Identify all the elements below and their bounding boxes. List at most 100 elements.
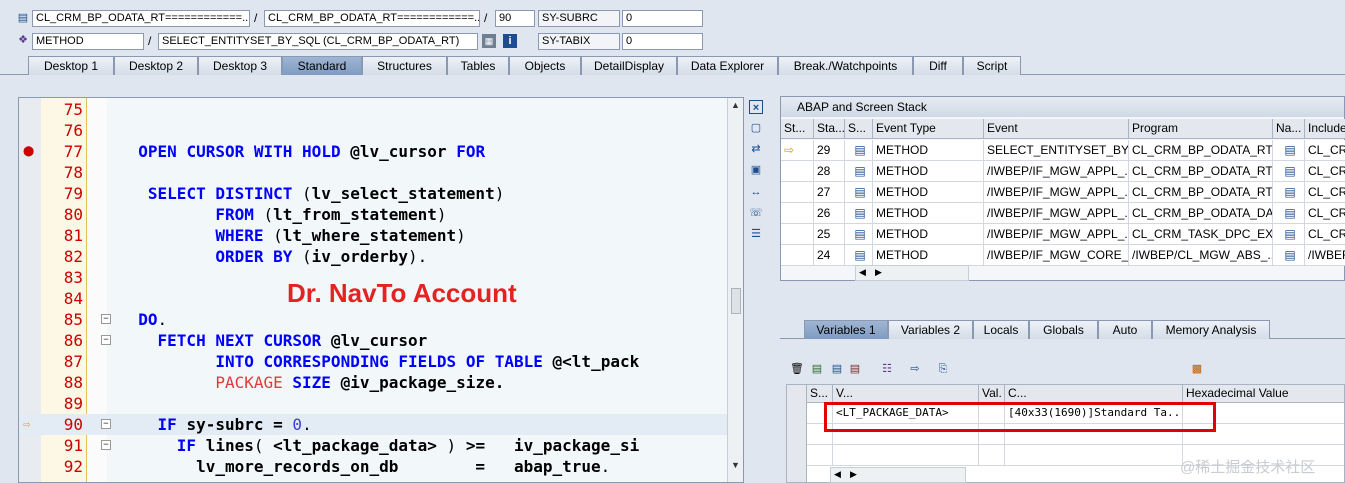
line-number-field[interactable]: 90 [495,10,535,27]
navigate-icon[interactable]: ▤ [1273,140,1305,161]
tab-break-watchpoints[interactable]: Break./Watchpoints [778,56,913,75]
stack-event[interactable]: /IWBEP/IF_MGW_APPL_... [984,224,1129,245]
stack-column-header[interactable]: Na... [1273,119,1305,139]
editor-vertical-scrollbar[interactable]: ▲ ▼ [727,98,743,482]
code-line[interactable]: 78 [19,162,727,183]
stack-event[interactable]: /IWBEP/IF_MGW_APPL_... [984,161,1129,182]
tab-desktop-3[interactable]: Desktop 3 [198,56,282,75]
tree-icon[interactable]: ☰ [749,227,763,241]
code-line[interactable]: 76 [19,120,727,141]
stack-column-header[interactable]: Sta... [814,119,845,139]
breakpoint-icon[interactable]: ⬤ [23,145,34,159]
save-icon[interactable]: ▩ [1190,362,1204,376]
code-line[interactable]: 90 − ⇨ IF sy-subrc = 0. [19,414,727,435]
tag-icon[interactable]: ⎘ [936,362,950,376]
stack-column-header[interactable]: Program [1129,119,1273,139]
navigate-icon[interactable]: ▤ [1273,161,1305,182]
tab-auto[interactable]: Auto [1098,320,1152,339]
variables-cell[interactable] [1005,445,1183,466]
scroll-right-arrow[interactable]: ▶ [850,469,857,480]
fold-toggle-icon[interactable]: − [101,419,111,429]
tab-desktop-2[interactable]: Desktop 2 [114,56,198,75]
tab-desktop-1[interactable]: Desktop 1 [28,56,114,75]
code-line[interactable]: 75 [19,99,727,120]
maximize-icon[interactable]: ▣ [749,163,763,177]
code-line[interactable]: 91 − IF lines( <lt_package_data> ) >= iv_… [19,435,727,456]
navigate-icon[interactable]: ▤ [1273,203,1305,224]
sysfield-subrc-value[interactable]: 0 [622,10,703,27]
scroll-up-arrow[interactable]: ▲ [731,100,740,110]
scroll-right-arrow[interactable]: ▶ [875,267,882,278]
navigate-icon[interactable]: ▤ [1273,182,1305,203]
tab-variables-1[interactable]: Variables 1 [804,320,888,339]
info-icon[interactable]: i [503,34,517,48]
fold-toggle-icon[interactable]: − [101,335,111,345]
event-type-field[interactable]: METHOD [32,33,144,50]
swap-tool-icon[interactable]: ⇄ [749,142,763,156]
stack-column-header[interactable]: Event Type [873,119,984,139]
navigate-icon[interactable]: ▤ [1273,245,1305,266]
tab-diff[interactable]: Diff [913,56,963,75]
tab-script[interactable]: Script [963,56,1021,75]
stack-horizontal-scrollbar[interactable]: ◀ ▶ [855,265,969,281]
code-line[interactable]: 92 lv_more_records_on_db = abap_true. [19,456,727,477]
variables-cell[interactable] [833,445,979,466]
stack-event[interactable]: /IWBEP/IF_MGW_APPL_... [984,182,1129,203]
variables-column-header[interactable]: C... [1005,385,1183,403]
variables-horizontal-scrollbar[interactable]: ◀ ▶ [830,467,966,483]
variables-cell[interactable] [979,445,1005,466]
stack-column-header[interactable]: Include [1305,119,1345,139]
tab-locals[interactable]: Locals [973,320,1029,339]
program-field-include[interactable]: CL_CRM_BP_ODATA_RT============... [264,10,480,27]
variables-cell[interactable] [807,445,833,466]
code-line[interactable]: 82 ORDER BY (iv_orderby). [19,246,727,267]
code-line[interactable]: 85 − DO. [19,309,727,330]
code-line[interactable]: 89 [19,393,727,414]
list-icon[interactable]: ▤ [830,362,844,376]
sysfield-tabix-value[interactable]: 0 [622,33,703,50]
delete-icon[interactable]: 🗑 [790,362,804,376]
fold-toggle-icon[interactable]: − [101,314,111,324]
scroll-thumb[interactable] [731,288,741,314]
event-field[interactable]: SELECT_ENTITYSET_BY_SQL (CL_CRM_BP_ODATA… [158,33,478,50]
new-tool-icon[interactable]: ▢ [749,121,763,135]
tab-data-explorer[interactable]: Data Explorer [677,56,778,75]
tab-globals[interactable]: Globals [1029,320,1098,339]
tab-structures[interactable]: Structures [362,56,447,75]
export-icon[interactable]: ▤ [848,362,862,376]
hierarchy-icon[interactable]: ☷ [880,362,894,376]
service-icon[interactable]: ☏ [749,206,763,220]
tab-standard[interactable]: Standard [282,56,362,75]
import-icon[interactable]: ▤ [810,362,824,376]
tab-variables-2[interactable]: Variables 2 [888,320,973,339]
code-line[interactable]: 87 INTO CORRESPONDING FIELDS OF TABLE @<… [19,351,727,372]
scroll-down-arrow[interactable]: ▼ [731,460,740,470]
code-line[interactable]: 79 SELECT DISTINCT (lv_select_statement) [19,183,727,204]
tab-tables[interactable]: Tables [447,56,509,75]
tab-detaildisplay[interactable]: DetailDisplay [581,56,677,75]
variables-column-header[interactable]: Val. [979,385,1005,403]
variables-column-header[interactable]: V... [833,385,979,403]
variables-column-header[interactable]: S... [807,385,833,403]
scroll-left-arrow[interactable]: ◀ [859,267,866,278]
stack-event[interactable]: /IWBEP/IF_MGW_APPL_... [984,203,1129,224]
grid-icon[interactable]: ▦ [482,34,496,48]
stack-column-header[interactable]: St... [781,119,814,139]
navigate-icon[interactable]: ⇨ [908,362,922,376]
source-code-editor[interactable]: 75 76 77 ⬤ OPEN CURSOR WITH HOLD @lv_cursor… [18,97,744,483]
code-line[interactable]: 80 FROM (lt_from_statement) [19,204,727,225]
variables-column-header[interactable]: Hexadecimal Value [1183,385,1344,403]
stack-event[interactable]: /IWBEP/IF_MGW_CORE_... [984,245,1129,266]
row-selector-column[interactable] [787,385,807,482]
program-field-main[interactable]: CL_CRM_BP_ODATA_RT============... [32,10,250,27]
stack-column-header[interactable]: S... [845,119,873,139]
scroll-left-arrow[interactable]: ◀ [834,469,841,480]
code-line[interactable]: 81 WHERE (lt_where_statement) [19,225,727,246]
tab-objects[interactable]: Objects [509,56,581,75]
close-icon[interactable]: × [749,100,763,114]
stack-event[interactable]: SELECT_ENTITYSET_BY... [984,140,1129,161]
resize-icon[interactable]: ↔ [749,185,763,199]
navigate-icon[interactable]: ▤ [1273,224,1305,245]
code-line[interactable]: 86 − FETCH NEXT CURSOR @lv_cursor [19,330,727,351]
fold-toggle-icon[interactable]: − [101,440,111,450]
